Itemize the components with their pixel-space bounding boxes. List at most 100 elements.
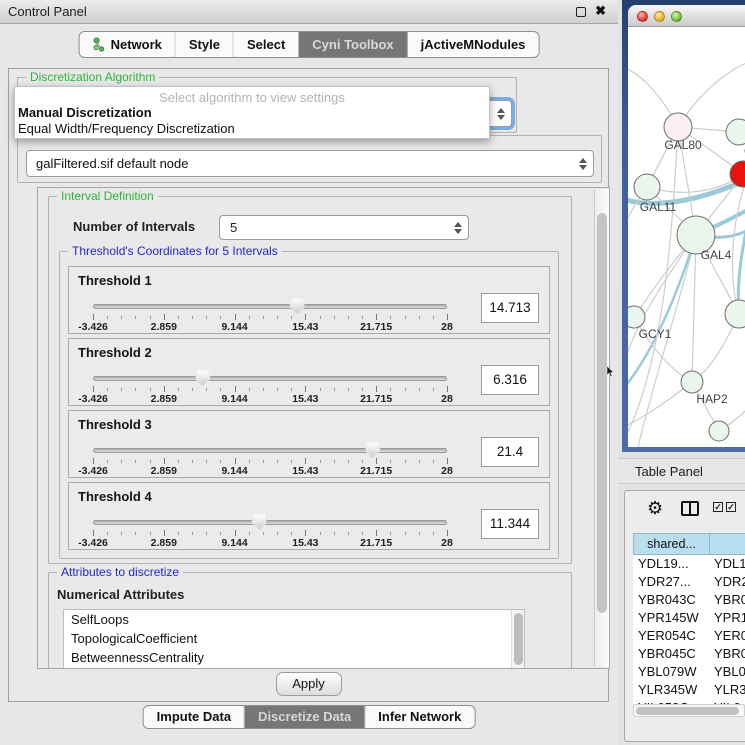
checkbox-icon[interactable]: ✓ xyxy=(726,502,736,512)
table-toolbar: ⚙ ✓ ✓ xyxy=(625,491,745,527)
checkbox-icon[interactable]: ✓ xyxy=(713,502,723,512)
table-row[interactable]: YDR27...YDR2 xyxy=(633,573,745,591)
table-cell[interactable]: YDL19... xyxy=(633,555,709,573)
close-icon[interactable]: ✖ xyxy=(595,3,606,19)
slider-tick-labels: -3.4262.8599.14415.4321.71528 xyxy=(93,537,447,549)
attributes-groupbox: Attributes to discretize Numerical Attri… xyxy=(48,572,572,669)
threshold-panel: Threshold 1-3.4262.8599.14415.4321.71528… xyxy=(68,266,550,334)
table-cell[interactable]: YDR27... xyxy=(633,573,709,591)
threshold-slider[interactable]: -3.4262.8599.14415.4321.71528 xyxy=(85,367,455,403)
attribute-item[interactable]: SelfLoops xyxy=(64,610,524,629)
dropdown-hint[interactable]: Select algorithm to view settings xyxy=(15,87,489,105)
table-row[interactable]: YER054CYER0 xyxy=(633,627,745,645)
threshold-value-field[interactable]: 14.713 xyxy=(481,293,539,323)
tab-infer-network[interactable]: Infer Network xyxy=(364,706,474,728)
number-of-intervals-spinner[interactable]: 5 xyxy=(219,215,469,240)
slider-thumb[interactable] xyxy=(252,514,267,530)
threshold-panel: Threshold 4 -3.4262.8599.14415.4321.71528… xyxy=(68,482,550,550)
table-cell[interactable]: YER0 xyxy=(709,627,745,645)
attribute-item[interactable]: TopologicalCoefficient xyxy=(64,629,524,648)
table-data-combobox[interactable]: galFiltered.sif default node xyxy=(26,150,594,177)
network-edge[interactable] xyxy=(692,235,696,382)
split-columns-icon[interactable] xyxy=(681,501,699,516)
network-node[interactable] xyxy=(634,174,660,200)
network-window-frame: GAL80GACGAL11GAL4GCY1HHAP2 xyxy=(622,0,745,452)
network-canvas[interactable]: GAL80GACGAL11GAL4GCY1HHAP2 xyxy=(628,27,745,447)
dropdown-option-equal-width[interactable]: Equal Width/Frequency Discretization xyxy=(15,121,489,137)
table-cell[interactable]: YBR045C xyxy=(633,645,709,663)
table-cell[interactable]: YBL0 xyxy=(709,663,745,681)
apply-button[interactable]: Apply xyxy=(276,672,342,696)
table-row[interactable]: YBL079WYBL0 xyxy=(633,663,745,681)
network-node[interactable] xyxy=(709,421,729,441)
threshold-label: Threshold 4 xyxy=(78,489,152,504)
numerical-attributes-list[interactable]: SelfLoopsTopologicalCoefficientBetweenne… xyxy=(63,609,525,669)
slider-track[interactable] xyxy=(93,448,447,453)
table-row[interactable]: YDL19...YDL1 xyxy=(633,555,745,573)
network-node[interactable] xyxy=(664,113,692,141)
threshold-value-field[interactable]: 6.316 xyxy=(481,365,539,395)
slider-ticks xyxy=(93,314,447,321)
gear-icon[interactable]: ⚙ xyxy=(647,499,663,517)
slider-track[interactable] xyxy=(93,520,447,525)
tab-style[interactable]: Style xyxy=(175,32,233,57)
table-cell[interactable]: YBR043C xyxy=(633,591,709,609)
network-edge[interactable] xyxy=(628,382,692,427)
close-traffic-light[interactable] xyxy=(637,11,648,22)
network-graph: GAL80GACGAL11GAL4GCY1HHAP2 xyxy=(628,27,745,447)
table-cell[interactable]: YPR1 xyxy=(709,609,745,627)
table-cell[interactable]: YLR3 xyxy=(709,681,745,699)
network-edge[interactable] xyxy=(647,174,744,192)
network-edge[interactable] xyxy=(628,235,696,367)
network-node[interactable] xyxy=(725,300,745,328)
table-row[interactable]: YBR043CYBR0 xyxy=(633,591,745,609)
network-node[interactable] xyxy=(681,371,703,393)
slider-track[interactable] xyxy=(93,304,447,309)
table-horizontal-scrollbar[interactable] xyxy=(633,704,745,717)
number-of-intervals-label: Number of Intervals xyxy=(73,219,195,234)
column-header-name[interactable]: na xyxy=(709,533,745,555)
table-cell[interactable]: YLR345W xyxy=(633,681,709,699)
settings-vertical-scrollbar[interactable] xyxy=(594,189,609,667)
minimize-traffic-light[interactable] xyxy=(654,11,665,22)
tab-network[interactable]: Network xyxy=(80,32,175,57)
network-node[interactable] xyxy=(628,306,645,328)
tab-discretize-data[interactable]: Discretize Data xyxy=(244,706,364,728)
table-cell[interactable]: YER054C xyxy=(633,627,709,645)
table-cell[interactable]: YBR0 xyxy=(709,591,745,609)
slider-thumb[interactable] xyxy=(365,442,380,458)
table-row[interactable]: YLR345WYLR3 xyxy=(633,681,745,699)
table-cell[interactable]: YDL1 xyxy=(709,555,745,573)
dropdown-option-manual[interactable]: Manual Discretization xyxy=(15,105,489,121)
column-header-shared-name[interactable]: shared... xyxy=(633,533,709,555)
threshold-slider[interactable]: -3.4262.8599.14415.4321.71528 xyxy=(85,511,455,547)
threshold-value-field[interactable]: 21.4 xyxy=(481,437,539,467)
table-cell[interactable]: YDR2 xyxy=(709,573,745,591)
attributes-list-scrollbar[interactable] xyxy=(511,610,524,669)
tab-cyni-toolbox[interactable]: Cyni Toolbox xyxy=(298,32,406,57)
spinner-stepper-icon xyxy=(451,219,464,236)
table-row[interactable]: YBR045CYBR0 xyxy=(633,645,745,663)
table-cell[interactable]: YPR145W xyxy=(633,609,709,627)
tab-impute-data[interactable]: Impute Data xyxy=(144,706,244,728)
interval-definition-groupbox: Interval Definition Number of Intervals … xyxy=(48,196,572,564)
threshold-slider[interactable]: -3.4262.8599.14415.4321.71528 xyxy=(85,439,455,475)
tab-select[interactable]: Select xyxy=(233,32,298,57)
table-panel: ⚙ ✓ ✓ shared... na YDL19...YDL1YDR27...Y… xyxy=(624,490,745,742)
float-panel-icon[interactable] xyxy=(576,7,586,17)
network-node[interactable] xyxy=(726,119,745,145)
threshold-slider[interactable]: -3.4262.8599.14415.4321.71528 xyxy=(85,295,455,331)
slider-track[interactable] xyxy=(93,376,447,381)
zoom-traffic-light[interactable] xyxy=(671,11,682,22)
cyni-content-panel: Discretization Algorithm Select algorith… xyxy=(8,68,609,702)
threshold-value-field[interactable]: 11.344 xyxy=(481,509,539,539)
table-cell[interactable]: YBL079W xyxy=(633,663,709,681)
table-row[interactable]: YPR145WYPR1 xyxy=(633,609,745,627)
threshold-label: Threshold 3 xyxy=(78,417,152,432)
tab-jactivemnodules[interactable]: jActiveMNodules xyxy=(407,32,539,57)
slider-thumb[interactable] xyxy=(195,370,210,386)
table-cell[interactable]: YBR0 xyxy=(709,645,745,663)
node-table: shared... na YDL19...YDL1YDR27...YDR2YBR… xyxy=(633,533,745,717)
attribute-item[interactable]: BetweennessCentrality xyxy=(64,648,524,667)
slider-thumb[interactable] xyxy=(290,298,305,314)
